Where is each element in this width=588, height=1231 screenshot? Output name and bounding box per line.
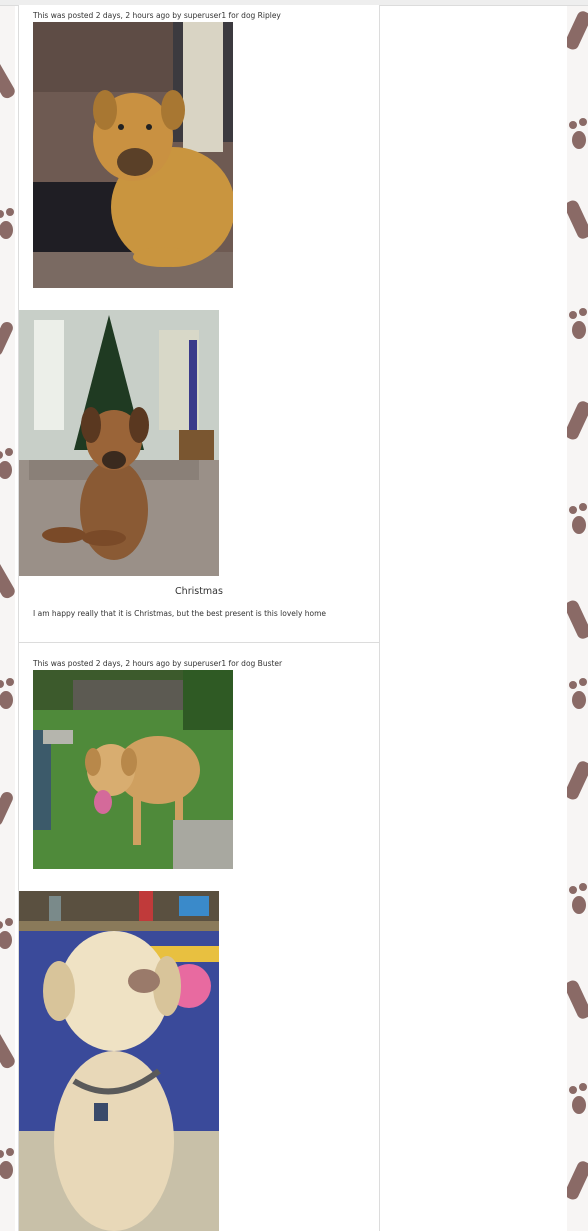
post-photo[interactable] — [19, 891, 219, 1231]
post-card: This was posted 2 days, 2 hours ago by s… — [19, 5, 379, 643]
dog-christmas-image — [19, 310, 219, 576]
post-card: This was posted 2 days, 2 hours ago by s… — [19, 643, 379, 1231]
post-meta: This was posted 2 days, 2 hours ago by s… — [33, 11, 281, 20]
post-body: I am happy really that it is Christmas, … — [33, 609, 327, 618]
paw-print-icon — [0, 60, 15, 1179]
post-feed: This was posted 2 days, 2 hours ago by s… — [18, 5, 380, 1231]
post-photo[interactable] — [33, 22, 233, 288]
paw-pattern-left — [0, 0, 15, 1231]
post-photo[interactable] — [33, 670, 233, 869]
dog-indoors-image — [19, 891, 219, 1231]
post-title: Christmas — [175, 586, 223, 597]
post-photo[interactable] — [19, 310, 219, 576]
dog-on-sofa-image — [33, 22, 233, 288]
paw-pattern-right — [567, 0, 588, 1231]
paw-print-icon — [567, 11, 588, 1200]
dog-on-lawn-image — [33, 670, 233, 869]
post-meta: This was posted 2 days, 2 hours ago by s… — [33, 659, 283, 668]
